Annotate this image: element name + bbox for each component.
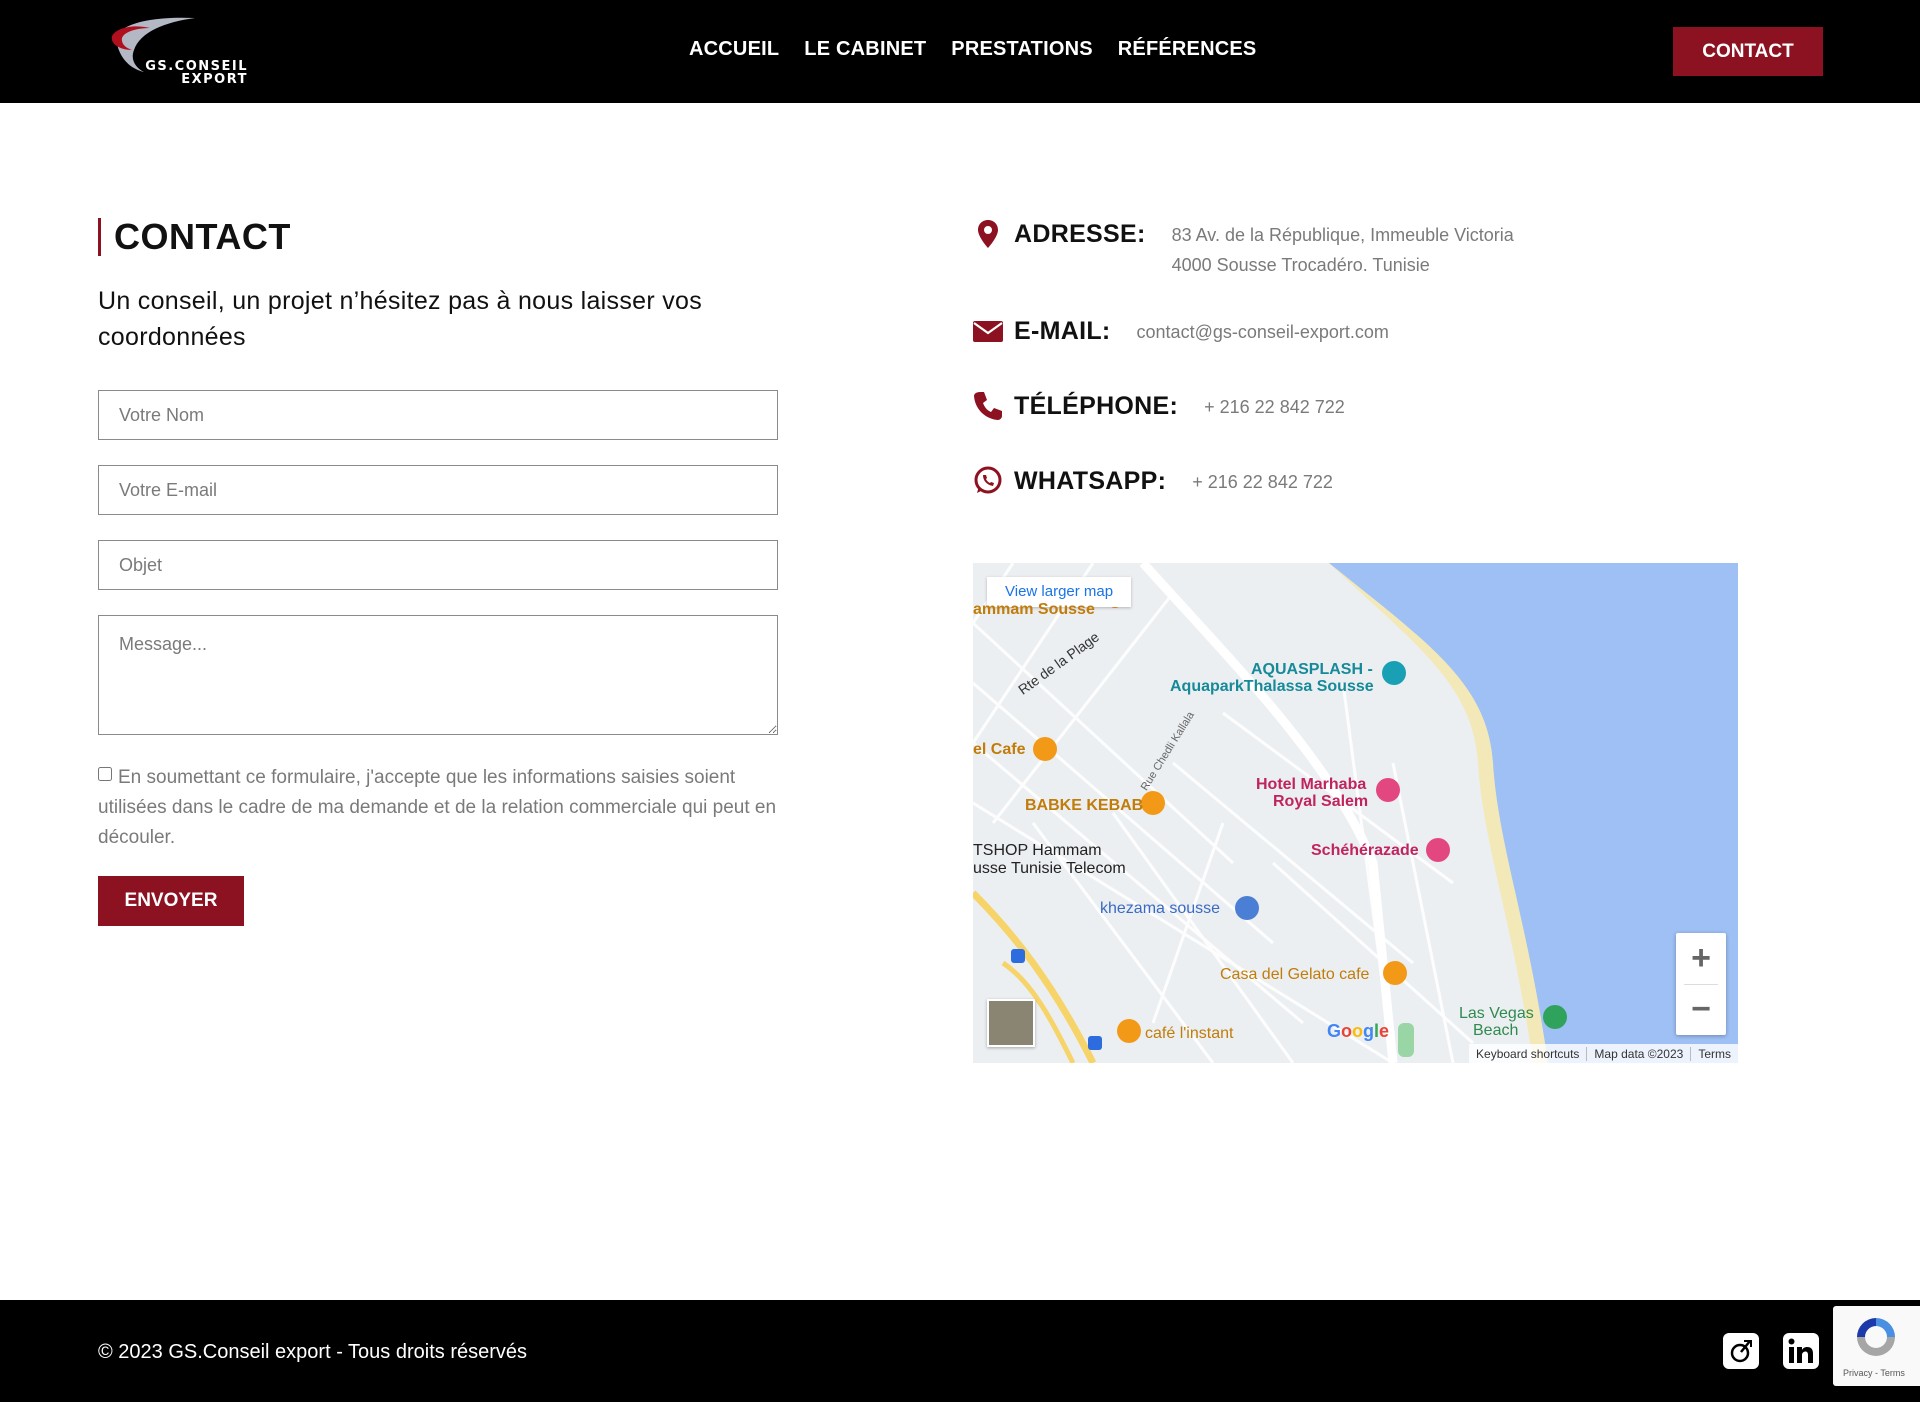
poi-tshop-2[interactable]: usse Tunisie Telecom [973,860,1126,877]
address-line2: 4000 Sousse Trocadéro. Tunisie [1171,255,1430,275]
address-label: ADRESSE: [1014,220,1146,248]
logo-text: GS.CONSEIL EXPORT [140,60,248,86]
map-terms-link[interactable]: Terms [1691,1047,1738,1061]
zoom-in-icon[interactable]: + [1676,933,1726,984]
main-nav: ACCUEIL LE CABINET PRESTATIONS RÉFÉRENCE… [689,38,1256,61]
whatsapp-label: WHATSAPP: [1014,467,1167,495]
recaptcha-icon [1857,1318,1895,1356]
address-line1: 83 Av. de la République, Immeuble Victor… [1171,225,1514,245]
logo-text-line2: EXPORT [181,72,248,87]
recaptcha-links[interactable]: Privacy - Terms [1843,1368,1905,1378]
copyright-text: © 2023 GS.Conseil export - Tous droits r… [98,1341,528,1363]
zoom-out-icon[interactable]: − [1676,984,1726,1035]
linkedin-glyph [1788,1338,1813,1363]
consent-checkbox[interactable] [98,767,112,781]
nav-le-cabinet[interactable]: LE CABINET [804,38,926,61]
poi-marhaba-1[interactable]: Hotel Marhaba [1256,776,1366,793]
poi-cafe[interactable]: el Cafe [973,741,1025,758]
consent-text: En soumettant ce formulaire, j'accepte q… [98,767,777,848]
phone-icon [974,392,1002,420]
google-logo: Google [1327,1021,1390,1041]
whatsapp-info: WHATSAPP: + 216 22 842 722 [972,463,1333,497]
satellite-toggle[interactable] [987,999,1035,1047]
whatsapp-value[interactable]: + 216 22 842 722 [1192,467,1333,497]
nav-prestations[interactable]: PRESTATIONS [951,38,1092,61]
poi-las-vegas-2[interactable]: Beach [1473,1022,1518,1039]
poi-hammam[interactable]: ammam Sousse [973,601,1095,618]
poi-las-vegas-1[interactable]: Las Vegas [1459,1005,1534,1022]
email-info: E-MAIL: contact@gs-conseil-export.com [972,313,1389,347]
phone-value[interactable]: + 216 22 842 722 [1204,392,1345,422]
poi-tshop-1[interactable]: TSHOP Hammam [973,842,1102,859]
phone-label: TÉLÉPHONE: [1014,392,1179,420]
send-button[interactable]: ENVOYER [98,876,244,926]
email-input[interactable] [98,465,778,515]
poi-scheherazade[interactable]: Schéhérazade [1311,842,1419,859]
contact-title-block: CONTACT [98,216,291,258]
embedded-map[interactable]: View larger map ammam Sousse Rte de la P… [973,563,1738,1063]
recaptcha-badge[interactable]: Privacy - Terms [1833,1306,1920,1386]
location-pin-icon [978,220,998,248]
poi-marhaba-2[interactable]: Royal Salem [1273,793,1368,810]
email-value[interactable]: contact@gs-conseil-export.com [1137,317,1389,347]
phone-info: TÉLÉPHONE: + 216 22 842 722 [972,388,1345,422]
address-info: ADRESSE: 83 Av. de la République, Immeub… [972,216,1514,280]
site-logo[interactable]: GS.CONSEIL EXPORT [110,16,250,88]
page-subtitle: Un conseil, un projet n’hésitez pas à no… [98,287,703,351]
poi-casa-del-gelato[interactable]: Casa del Gelato cafe [1220,966,1369,983]
header-contact-button[interactable]: CONTACT [1673,27,1823,76]
envelope-icon [973,321,1003,342]
custom-logo-glyph [1730,1340,1752,1363]
map-data-text: Map data ©2023 [1587,1046,1692,1061]
title-accent-bar [98,218,101,256]
address-value: 83 Av. de la République, Immeuble Victor… [1172,220,1514,280]
map-zoom-control: + − [1676,933,1726,1035]
consent-block: En soumettant ce formulaire, j'accepte q… [98,763,788,853]
poi-babke-kebab[interactable]: BABKE KEBAB [1025,797,1143,814]
message-textarea[interactable] [98,615,778,735]
poi-aquasplash-1[interactable]: AQUASPLASH - [1251,661,1373,678]
email-label: E-MAIL: [1014,317,1111,345]
linkedin-icon[interactable] [1783,1333,1819,1369]
zoom-divider [1684,984,1718,985]
poi-aquasplash-2[interactable]: AquaparkThalassa Sousse [1170,678,1374,695]
nav-references[interactable]: RÉFÉRENCES [1118,38,1257,61]
poi-cafe-instant[interactable]: café l'instant [1145,1025,1233,1042]
site-header: GS.CONSEIL EXPORT ACCUEIL LE CABINET PRE… [0,0,1920,103]
keyboard-shortcuts-link[interactable]: Keyboard shortcuts [1469,1046,1588,1061]
map-attribution-bar: Keyboard shortcuts Map data ©2023 Terms [1469,1044,1738,1063]
poi-khezama[interactable]: khezama sousse [1100,900,1220,917]
name-input[interactable] [98,390,778,440]
site-footer: © 2023 GS.Conseil export - Tous droits r… [0,1300,1920,1402]
subject-input[interactable] [98,540,778,590]
nav-accueil[interactable]: ACCUEIL [689,38,779,61]
page-title: CONTACT [114,216,291,257]
custom-logo-icon[interactable] [1723,1333,1759,1369]
whatsapp-icon [974,466,1002,494]
